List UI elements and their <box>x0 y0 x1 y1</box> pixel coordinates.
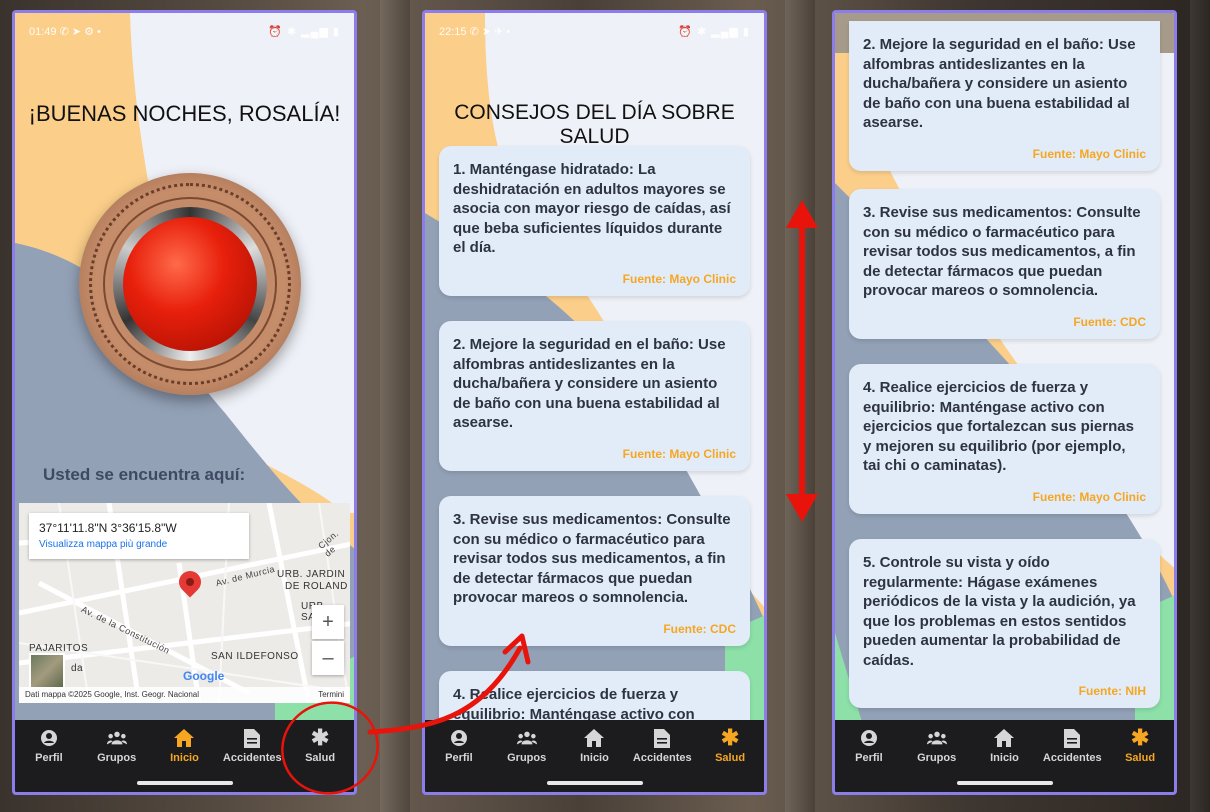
tip-text: 3. Revise sus medicamentos: Consulte con… <box>863 204 1141 299</box>
location-map[interactable]: 37°11'11.8"N 3°36'15.8"W Visualizza mapp… <box>19 503 350 703</box>
status-bar: 01:49 ✆ ➤ ⚙ • ⏰ ✱ ▂▄▆ ▮ <box>15 13 354 53</box>
status-bar: 22:15 ✆ ➤ ✈ • ⏰ ✱ ▂▄▆ ▮ <box>425 13 764 53</box>
health-tips-screen[interactable]: 22:15 ✆ ➤ ✈ • ⏰ ✱ ▂▄▆ ▮ CONSEJOS DEL DÍA… <box>425 13 764 792</box>
nav-label: Salud <box>715 752 746 764</box>
nav-label: Salud <box>305 752 336 764</box>
zoom-in-button[interactable]: + <box>312 605 344 639</box>
map-coordinates: 37°11'11.8"N 3°36'15.8"W <box>39 521 177 535</box>
nav-label: Grupos <box>97 752 137 764</box>
tip-source: Fuente: NIH <box>1078 684 1146 698</box>
status-right-icons: ⏰ ✱ ▂▄▆ ▮ <box>268 26 340 38</box>
map-terms-link[interactable]: Termini <box>318 690 344 700</box>
status-right-icons: ⏰ ✱ ▂▄▆ ▮ <box>678 26 750 38</box>
greeting-title: ¡BUENAS NOCHES, ROSALÍA! <box>28 101 341 126</box>
home-icon <box>584 728 605 748</box>
status-time: 01:49 <box>29 26 57 38</box>
tip-card: 5. Controle su vista y oído regularmente… <box>849 539 1160 708</box>
tip-text: 5. Controle su vista y oído regularmente… <box>863 554 1136 669</box>
group-icon <box>516 728 537 748</box>
tip-source: Fuente: Mayo Clinic <box>1032 489 1146 504</box>
nav-label: Accidentes <box>1042 752 1102 764</box>
phone-health-tips-scrolled: 2. Mejore la seguridad en el baño: Use a… <box>832 10 1177 795</box>
group-icon <box>106 728 127 748</box>
asterisk-icon: ✱ <box>1130 725 1150 750</box>
nav-label: Perfil <box>445 752 473 764</box>
status-icons: ✆ ➤ ✈ • <box>469 26 511 38</box>
map-info-card: 37°11'11.8"N 3°36'15.8"W Visualizza mapp… <box>29 513 249 559</box>
asterisk-icon: ✱ <box>720 725 740 750</box>
document-icon <box>1062 728 1082 748</box>
map-area-label: da <box>71 663 84 674</box>
nav-label: Grupos <box>507 752 547 764</box>
tip-source: Fuente: Mayo Clinic <box>622 446 736 461</box>
tip-card: 1. Manténgase hidratado: La deshidrataci… <box>439 146 750 296</box>
location-label: Usted se encuentra aquí: <box>43 465 246 484</box>
nav-label: Accidentes <box>222 752 282 764</box>
map-attribution-text: Dati mappa ©2025 Google, Inst. Geogr. Na… <box>25 690 199 699</box>
tip-source: Fuente: Mayo Clinic <box>622 271 736 286</box>
document-icon <box>652 728 672 748</box>
home-icon <box>174 728 195 748</box>
nav-perfil[interactable]: Perfil <box>429 728 489 792</box>
nav-label: Perfil <box>35 752 63 764</box>
home-screen: 01:49 ✆ ➤ ⚙ • ⏰ ✱ ▂▄▆ ▮ ¡BUENAS NOCHES, … <box>15 13 354 792</box>
nav-salud[interactable]: ✱ Salud <box>1110 725 1170 792</box>
nav-perfil[interactable]: Perfil <box>19 728 79 792</box>
tip-text: 4. Realice ejercicios de fuerza y equili… <box>453 686 695 723</box>
person-icon <box>449 728 469 748</box>
document-icon <box>242 728 262 748</box>
home-indicator[interactable] <box>956 781 1053 785</box>
tip-card: 3. Revise sus medicamentos: Consulte con… <box>849 189 1160 339</box>
home-icon <box>994 728 1015 748</box>
nav-perfil[interactable]: Perfil <box>839 728 899 792</box>
panic-button[interactable] <box>79 173 301 395</box>
map-enlarge-link[interactable]: Visualizza mappa più grande <box>39 539 239 550</box>
tip-card: 3. Revise sus medicamentos: Consulte con… <box>439 496 750 646</box>
tip-text: 1. Manténgase hidratado: La deshidrataci… <box>453 161 731 256</box>
map-area-label: DE ROLAND <box>285 581 348 592</box>
person-icon <box>39 728 59 748</box>
tip-source: Fuente: Mayo Clinic <box>1032 146 1146 161</box>
nav-salud[interactable]: ✱ Salud <box>700 725 760 792</box>
map-area-label: URB. JARDIN <box>277 569 346 580</box>
tip-text: 2. Mejore la seguridad en el baño: Use a… <box>453 336 726 431</box>
tip-source: Fuente: CDC <box>1073 314 1146 329</box>
phone-home-screen: 01:49 ✆ ➤ ⚙ • ⏰ ✱ ▂▄▆ ▮ ¡BUENAS NOCHES, … <box>12 10 357 795</box>
health-tips-screen-scrolled[interactable]: 2. Mejore la seguridad en el baño: Use a… <box>835 13 1174 792</box>
satellite-toggle[interactable] <box>29 653 65 689</box>
nav-label: Inicio <box>170 752 199 764</box>
tip-card: 4. Realice ejercicios de fuerza y equili… <box>849 364 1160 514</box>
map-attribution: Dati mappa ©2025 Google, Inst. Geogr. Na… <box>19 687 350 703</box>
nav-label: Grupos <box>917 752 957 764</box>
status-time: 22:15 <box>439 26 467 38</box>
asterisk-icon: ✱ <box>310 725 330 750</box>
tip-source: Fuente: CDC <box>663 621 736 636</box>
nav-label: Salud <box>1125 752 1156 764</box>
google-logo: Google <box>183 669 225 683</box>
home-indicator[interactable] <box>136 781 233 785</box>
tip-text: 4. Realice ejercicios de fuerza y equili… <box>863 379 1134 474</box>
nav-salud[interactable]: ✱ Salud <box>290 725 350 792</box>
nav-label: Inicio <box>580 752 609 764</box>
nav-label: Accidentes <box>632 752 692 764</box>
map-area-label: SAN ILDEFONSO <box>211 651 299 662</box>
nav-label: Inicio <box>990 752 1019 764</box>
panic-button-red-dome <box>123 217 257 351</box>
tip-card: 2. Mejore la seguridad en el baño: Use a… <box>439 321 750 471</box>
status-icons: ✆ ➤ ⚙ • <box>59 26 101 38</box>
nav-label: Perfil <box>855 752 883 764</box>
tip-text: 3. Revise sus medicamentos: Consulte con… <box>453 511 731 606</box>
home-indicator[interactable] <box>546 781 643 785</box>
page-title: CONSEJOS DEL DÍA SOBRE SALUD <box>454 101 735 148</box>
tip-text: 2. Mejore la seguridad en el baño: Use a… <box>863 36 1136 131</box>
zoom-out-button[interactable]: – <box>312 641 344 675</box>
person-icon <box>859 728 879 748</box>
group-icon <box>926 728 947 748</box>
phone-health-tips-screen: 22:15 ✆ ➤ ✈ • ⏰ ✱ ▂▄▆ ▮ CONSEJOS DEL DÍA… <box>422 10 767 795</box>
tip-card: 2. Mejore la seguridad en el baño: Use a… <box>849 21 1160 171</box>
